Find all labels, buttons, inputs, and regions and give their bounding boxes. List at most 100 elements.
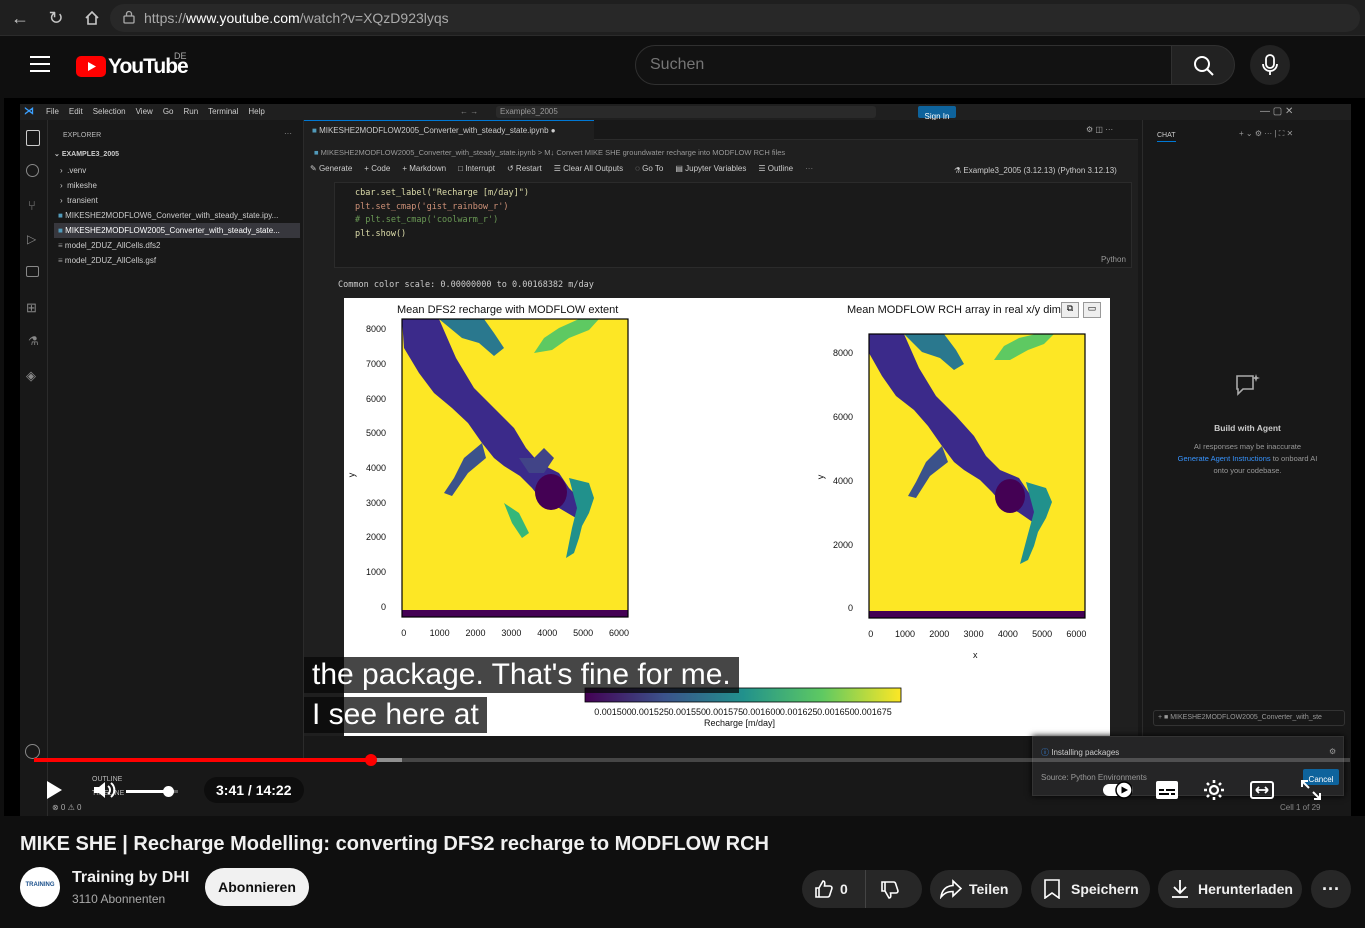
toolbar-interrupt[interactable]: □ Interrupt — [458, 164, 495, 178]
voice-search-button[interactable] — [1250, 45, 1290, 85]
address-bar[interactable]: https://www.youtube.com/watch?v=XQzD923l… — [110, 4, 1360, 32]
tree-item[interactable]: › mikeshe — [54, 178, 300, 193]
remote-explorer-icon[interactable] — [26, 266, 39, 277]
code-line: # plt.set_cmap('coolwarm_r') — [355, 215, 499, 225]
progress-bar[interactable] — [34, 754, 1350, 766]
toolbar-go-to[interactable]: ◌ Go To — [635, 164, 663, 178]
toolbar-variables[interactable]: ▤ Jupyter Variables — [675, 164, 746, 178]
x-tick-label: 6000 — [609, 628, 630, 638]
cell-language[interactable]: Python — [1101, 255, 1126, 264]
chat-line: onto your codebase. — [1213, 466, 1282, 475]
command-center[interactable]: Example3_2005 — [496, 106, 876, 118]
chat-tab[interactable]: CHAT — [1157, 132, 1176, 142]
x-tick-label: 4000 — [997, 629, 1018, 639]
ylabel-left: y — [346, 472, 357, 478]
ylabel-right: y — [815, 474, 826, 480]
reload-icon[interactable]: ↻ — [44, 6, 68, 30]
settings-gear-icon[interactable] — [1203, 779, 1225, 801]
tree-item[interactable]: ■ MIKESHE2MODFLOW6_Converter_with_steady… — [54, 208, 300, 223]
y-tick-label: 4000 — [832, 475, 853, 486]
explorer-icon[interactable] — [26, 130, 40, 146]
subscribe-button[interactable]: Abonnieren — [205, 868, 309, 906]
menu-view[interactable]: View — [136, 107, 153, 116]
share-button[interactable]: Teilen — [930, 870, 1022, 908]
progress-scrubber[interactable] — [364, 754, 377, 766]
python-icon[interactable]: ◈ — [26, 368, 36, 384]
tree-item[interactable]: ≡ model_2DUZ_AllCells.dfs2 — [54, 238, 300, 253]
chat-actions-icon[interactable]: + ⌄ ⚙ ··· | ⛶ ✕ — [1239, 129, 1293, 139]
save-button[interactable]: Speichern — [1031, 870, 1150, 908]
menu-edit[interactable]: Edit — [69, 107, 83, 116]
extensions-icon[interactable]: ⊞ — [26, 300, 37, 316]
volume-icon[interactable] — [92, 779, 118, 801]
play-icon[interactable] — [44, 779, 64, 801]
menu-go[interactable]: Go — [163, 107, 174, 116]
toolbar-outline[interactable]: ☰ Outline — [758, 164, 793, 178]
editor-actions-icon[interactable]: ⚙ ◫ ··· — [1086, 125, 1113, 134]
menu-terminal[interactable]: Terminal — [208, 107, 238, 116]
volume-level — [126, 790, 168, 793]
y-tick-label: 4000 — [365, 463, 386, 473]
fullscreen-icon[interactable] — [1300, 779, 1322, 801]
volume-slider[interactable] — [126, 786, 178, 797]
x-tick-label: 3000 — [501, 628, 522, 638]
menu-selection[interactable]: Selection — [93, 107, 126, 116]
chat-context-chip[interactable]: + ■ MIKESHE2MODFLOW2005_Converter_with_s… — [1153, 710, 1345, 726]
y-tick-label: 6000 — [832, 411, 853, 422]
menu-help[interactable]: Help — [248, 107, 264, 116]
autoplay-toggle-icon[interactable] — [1102, 780, 1136, 800]
source-control-icon[interactable]: ⑂ — [28, 198, 36, 213]
toolbar-generate[interactable]: ✎ Generate — [310, 164, 352, 178]
code-cell[interactable]: cbar.set_label("Recharge [m/day]") plt.s… — [334, 182, 1132, 268]
thumbs-down-icon[interactable] — [880, 880, 900, 900]
menu-run[interactable]: Run — [183, 107, 198, 116]
chat-instructions-link[interactable]: Generate Agent Instructions — [1178, 454, 1271, 463]
nav-arrows-icon[interactable]: ← → — [460, 107, 478, 116]
channel-avatar[interactable]: TRAINING — [20, 867, 60, 907]
tree-item[interactable]: › .venv — [54, 163, 300, 178]
tree-item[interactable]: › transient — [54, 193, 300, 208]
menu-icon[interactable] — [30, 56, 50, 74]
back-icon[interactable]: ← — [8, 6, 32, 30]
subtitles-icon[interactable] — [1155, 780, 1179, 800]
testing-icon[interactable]: ⚗ — [28, 334, 39, 348]
search-input[interactable] — [650, 56, 1150, 74]
site-info-icon[interactable] — [122, 10, 136, 29]
time-display: 3:41 / 14:22 — [204, 777, 304, 803]
volume-knob[interactable] — [162, 786, 174, 797]
tab-notebook[interactable]: ■ MIKESHE2MODFLOW2005_Converter_with_ste… — [304, 120, 594, 140]
explorer-title: EXPLORER — [63, 132, 102, 139]
x-tick-label: 1000 — [894, 629, 916, 639]
theater-mode-icon[interactable] — [1250, 780, 1274, 800]
colorbar-tick-label: 0.001525 — [631, 707, 669, 717]
chat-disclaimer: AI responses may be inaccurate — [1193, 442, 1302, 451]
toolbar-restart[interactable]: ↺ Restart — [507, 164, 542, 178]
y-tick-label: 8000 — [365, 324, 386, 335]
toolbar-more-icon[interactable]: ··· — [805, 164, 813, 178]
more-actions-icon[interactable]: ··· — [284, 129, 292, 138]
tree-item-selected[interactable]: ■ MIKESHE2MODFLOW2005_Converter_with_ste… — [54, 223, 300, 238]
like-button[interactable]: 0 — [802, 870, 866, 908]
heatmap-left — [401, 318, 629, 618]
download-button[interactable]: Herunterladen — [1158, 870, 1302, 908]
search-button[interactable] — [1171, 45, 1235, 85]
toolbar-clear-outputs[interactable]: ☰ Clear All Outputs — [554, 164, 623, 178]
bookmark-icon — [1044, 879, 1060, 899]
search-icon[interactable] — [26, 164, 39, 177]
sign-in-button[interactable]: Sign In — [918, 106, 956, 121]
kernel-picker[interactable]: ⚗ Example3_2005 (3.12.13) (Python 3.12.1… — [954, 166, 1117, 175]
home-icon[interactable] — [80, 6, 104, 30]
toolbar-add-markdown[interactable]: + Markdown — [402, 164, 446, 178]
window-controls-icon[interactable]: — ▢ ✕ — [1260, 106, 1293, 117]
run-debug-icon[interactable]: ▷ — [27, 232, 36, 246]
more-actions-button[interactable]: ··· — [1311, 870, 1351, 908]
workspace-root[interactable]: ⌄ EXAMPLE3_2005 — [54, 150, 119, 158]
tree-item[interactable]: ≡ model_2DUZ_AllCells.gsf — [54, 253, 300, 268]
cell-output-text: Common color scale: 0.00000000 to 0.0016… — [338, 280, 594, 290]
video-player[interactable]: ⋊ File Edit Selection View Go Run Termin… — [4, 98, 1365, 816]
search-box — [635, 45, 1172, 85]
menu-file[interactable]: File — [46, 107, 59, 116]
region-badge: DE — [174, 51, 187, 61]
toolbar-add-code[interactable]: + Code — [364, 164, 390, 178]
channel-name[interactable]: Training by DHI — [72, 869, 189, 887]
